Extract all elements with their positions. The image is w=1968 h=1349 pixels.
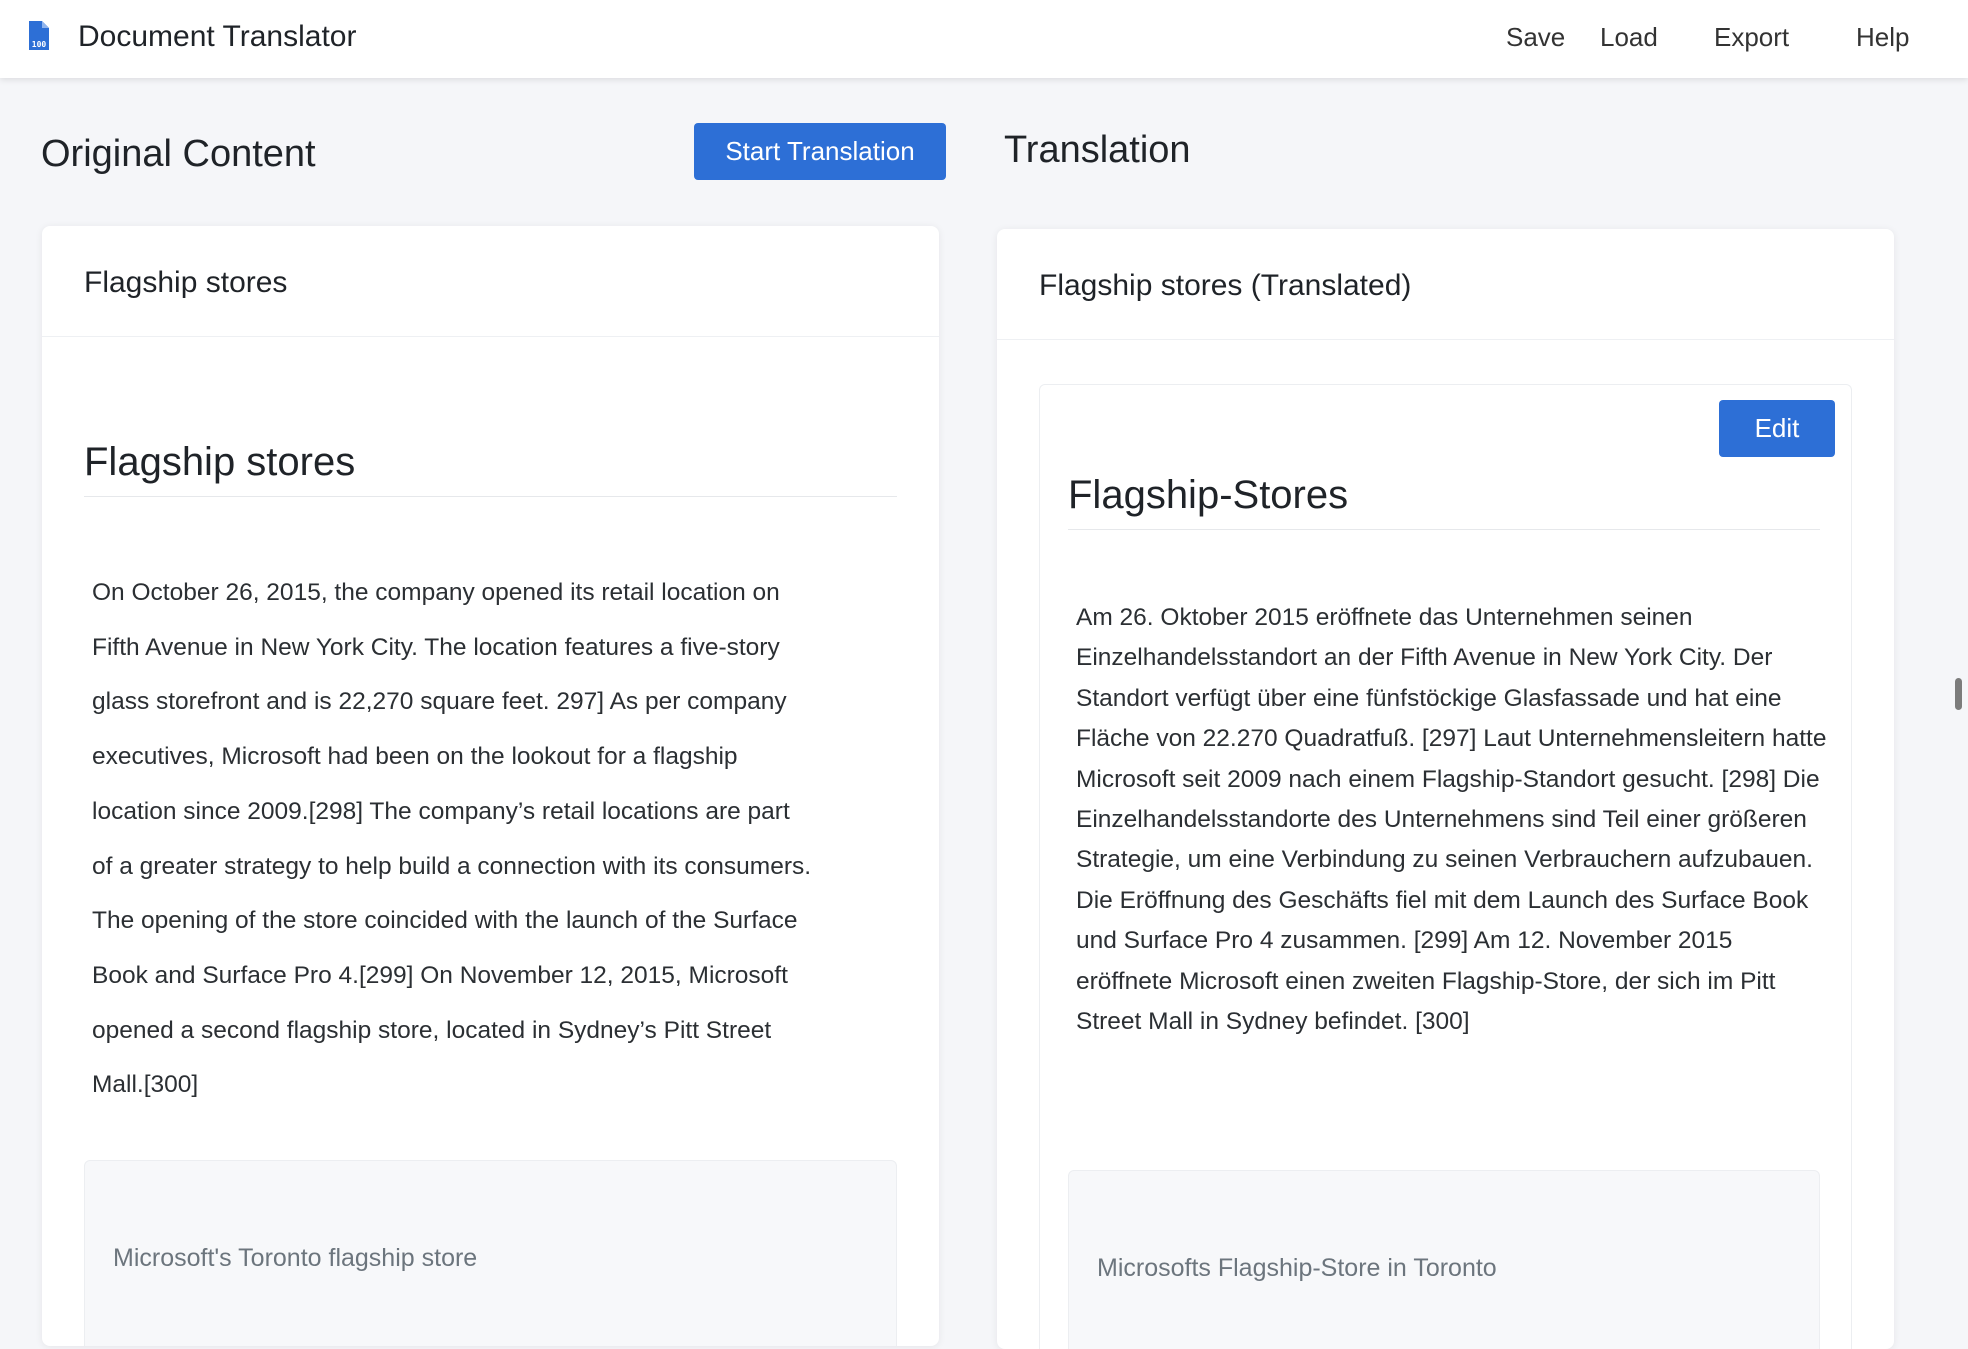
nav-save[interactable]: Save: [1506, 18, 1565, 56]
original-figure-caption: Microsoft's Toronto flagship store: [113, 1244, 478, 1272]
translation-paragraph[interactable]: Am 26. Oktober 2015 eröffnete das Untern…: [1076, 598, 1828, 1042]
translation-card-header: Flagship stores (Translated): [997, 229, 1894, 340]
translation-editor-panel: Edit Flagship-Stores Am 26. Oktober 2015…: [1039, 384, 1852, 1349]
original-heading-divider: [84, 496, 897, 497]
original-card-title: Flagship stores: [84, 266, 288, 299]
app-title: Document Translator: [78, 20, 357, 53]
translation-heading-divider: [1068, 529, 1820, 530]
original-card: Flagship stores Flagship stores On Octob…: [42, 226, 939, 1346]
translation-section-title: Translation: [1004, 129, 1191, 171]
document-file-icon: 100: [29, 21, 49, 50]
translation-card: Flagship stores (Translated) Edit Flagsh…: [997, 229, 1894, 1349]
original-section-title: Original Content: [41, 133, 316, 175]
translation-document-heading: Flagship-Stores: [1068, 473, 1349, 517]
svg-text:100: 100: [32, 40, 47, 49]
nav-help[interactable]: Help: [1856, 18, 1909, 56]
translation-card-title: Flagship stores (Translated): [1039, 269, 1412, 302]
original-figure: Microsoft's Toronto flagship store: [84, 1160, 897, 1346]
translation-figure-caption: Microsofts Flagship-Store in Toronto: [1097, 1254, 1497, 1282]
original-card-header: Flagship stores: [42, 226, 939, 337]
original-document-heading: Flagship stores: [84, 440, 356, 484]
nav-load[interactable]: Load: [1600, 18, 1658, 56]
start-translation-button[interactable]: Start Translation: [694, 123, 946, 180]
translation-figure: Microsofts Flagship-Store in Toronto: [1068, 1170, 1820, 1349]
original-paragraph: On October 26, 2015, the company opened …: [92, 579, 812, 1099]
top-bar: 100 Document Translator Save Load Export…: [0, 0, 1968, 78]
nav-export[interactable]: Export: [1714, 18, 1789, 56]
edit-button[interactable]: Edit: [1719, 400, 1835, 457]
page-scrollbar[interactable]: [1955, 678, 1962, 710]
